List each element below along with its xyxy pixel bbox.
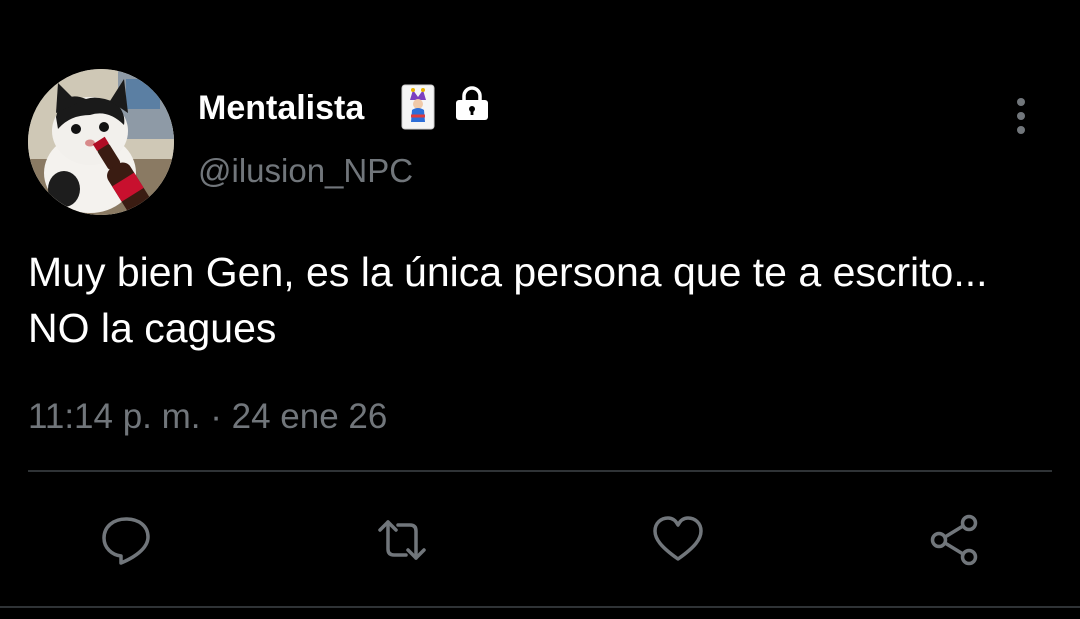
joker-card-icon bbox=[401, 84, 435, 130]
bottom-divider bbox=[0, 606, 1080, 608]
reply-icon bbox=[102, 517, 150, 565]
tweet-timestamp[interactable]: 11:14 p. m. · 24 ene 26 bbox=[28, 394, 387, 440]
like-button[interactable] bbox=[648, 510, 708, 570]
username-handle[interactable]: @ilusion_NPC bbox=[198, 150, 413, 192]
tweet-text: Muy bien Gen, es la única persona que te… bbox=[28, 249, 988, 351]
retweet-button[interactable] bbox=[372, 510, 432, 570]
retweet-icon bbox=[378, 520, 426, 560]
heart-icon bbox=[653, 516, 703, 561]
avatar[interactable] bbox=[28, 69, 174, 215]
share-icon bbox=[930, 514, 978, 566]
more-options-icon[interactable] bbox=[1006, 96, 1036, 136]
avatar-image bbox=[28, 69, 174, 215]
divider bbox=[28, 470, 1052, 472]
display-name[interactable]: Mentalista bbox=[198, 86, 364, 130]
reply-button[interactable] bbox=[96, 510, 156, 570]
lock-icon bbox=[456, 86, 488, 120]
share-button[interactable] bbox=[924, 510, 984, 570]
